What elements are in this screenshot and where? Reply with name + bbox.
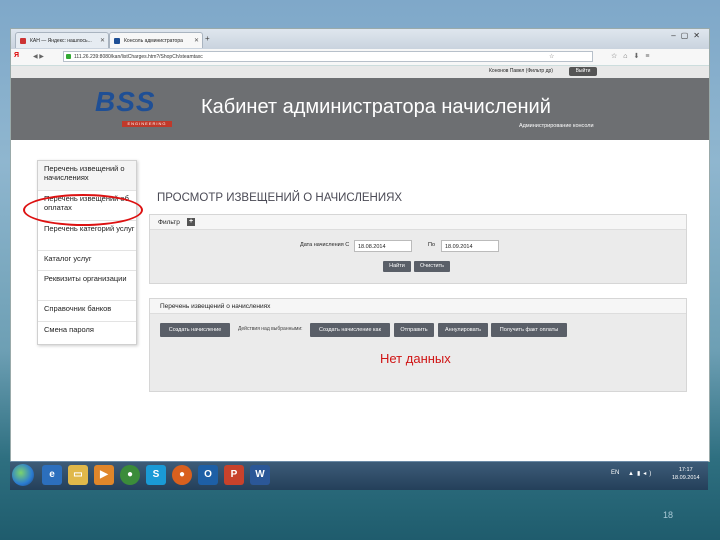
sidebar-menu: Перечень извещений о начислениях Перечен… [37, 160, 137, 345]
clock-time: 17:17 [678, 467, 693, 473]
tab-bar: КАН — Яндекс: нашлось... ✕ Консоль админ… [11, 29, 709, 49]
list-header: Перечень извещений о начислениях [150, 299, 686, 314]
page-content: Кононов Павел (Фильтр др) Выйти BSS ENGI… [11, 66, 709, 461]
taskbar: e ▭ ▶ ● S ● O P W EN ▲▮◂) 17:17 18.09.20… [10, 461, 708, 490]
window-controls[interactable]: –▢✕ [671, 31, 705, 40]
section-title: ПРОСМОТР ИЗВЕЩЕНИЙ О НАЧИСЛЕНИЯХ [157, 192, 403, 204]
yandex-favicon-icon [20, 38, 26, 44]
sidebar-item-password[interactable]: Смена пароля [38, 322, 136, 344]
close-tab-icon[interactable]: ✕ [194, 33, 199, 48]
back-arrow-icon[interactable]: ◀ ▶ [33, 53, 44, 60]
tray-icons[interactable]: ▲▮◂) [628, 470, 654, 477]
clock-date: 18.09.2014 [672, 475, 700, 481]
actions-label: Действия над выбранными: [238, 326, 303, 332]
charges-list-panel: Перечень извещений о начислениях Создать… [149, 298, 687, 392]
language-indicator[interactable]: EN [611, 470, 619, 476]
navigation-bar: Я ◀ ▶ 111.26.239:8080/kan/listCharges.ht… [11, 49, 709, 66]
address-bar[interactable]: 111.26.239:8080/kan/listCharges.htm?/Sho… [63, 51, 593, 62]
chrome-icon[interactable]: ● [120, 465, 140, 485]
internet-explorer-icon[interactable]: e [42, 465, 62, 485]
send-button[interactable]: Отправить [394, 323, 434, 337]
sidebar-item-charges[interactable]: Перечень извещений о начислениях [38, 161, 136, 191]
date-from-label: Дата начисления С [300, 242, 350, 248]
bookmark-star-icon[interactable]: ☆ [549, 53, 554, 60]
clear-button[interactable]: Очистить [414, 261, 450, 272]
date-from-field[interactable]: 18.08.2014 [354, 240, 412, 252]
site-icon [66, 54, 71, 59]
create-charge-as-button[interactable]: Создать начисление как [310, 323, 390, 337]
tab-yandex[interactable]: КАН — Яндекс: нашлось... ✕ [15, 32, 109, 48]
browser-window: КАН — Яндекс: нашлось... ✕ Консоль админ… [10, 28, 710, 462]
annul-button[interactable]: Аннулировать [438, 323, 488, 337]
user-bar: Кононов Павел (Фильтр др) Выйти [11, 66, 709, 78]
find-button[interactable]: Найти [383, 261, 411, 272]
header-subtitle: Администрирование консоли [519, 123, 594, 129]
bss-favicon-icon [114, 38, 120, 44]
date-to-field[interactable]: 18.09.2014 [441, 240, 499, 252]
explorer-folder-icon[interactable]: ▭ [68, 465, 88, 485]
get-payment-fact-button[interactable]: Получить факт оплаты [491, 323, 567, 337]
page-title: Кабинет администратора начислений [201, 96, 551, 118]
list-label: Перечень извещений о начислениях [160, 303, 271, 310]
page-header: BSS ENGINEERING Кабинет администратора н… [11, 78, 709, 140]
highlight-ellipse [23, 194, 143, 226]
close-tab-icon[interactable]: ✕ [100, 33, 105, 48]
current-user: Кононов Павел (Фильтр др) [489, 68, 553, 74]
engineering-label: ENGINEERING [122, 121, 172, 127]
expand-plus-icon[interactable]: + [187, 218, 195, 226]
empty-state-message: Нет данных [380, 351, 451, 366]
sidebar-item-banks[interactable]: Справочник банков [38, 301, 136, 322]
clock[interactable]: 17:17 18.09.2014 [672, 466, 700, 482]
yandex-logo[interactable]: Я [14, 52, 19, 59]
date-to-label: По [428, 242, 436, 248]
word-icon[interactable]: W [250, 465, 270, 485]
start-button-icon[interactable] [12, 464, 34, 486]
tab-admin-console[interactable]: Консоль администратора ✕ [109, 32, 203, 48]
skype-icon[interactable]: S [146, 465, 166, 485]
media-player-icon[interactable]: ▶ [94, 465, 114, 485]
sidebar-item-catalog[interactable]: Каталог услуг [38, 251, 136, 271]
filter-header: Фильтр + [150, 215, 686, 230]
slide-number: 18 [663, 510, 674, 520]
tab-label: Консоль администратора [124, 38, 183, 44]
create-charge-button[interactable]: Создать начисление [160, 323, 230, 337]
new-tab-icon[interactable]: + [205, 34, 210, 43]
toolbar-icons[interactable]: ☆⌂⬇≡ [611, 52, 655, 60]
logout-button[interactable]: Выйти [569, 67, 597, 76]
outlook-icon[interactable]: O [198, 465, 218, 485]
bss-logo: BSS [95, 86, 156, 117]
firefox-icon[interactable]: ● [172, 465, 192, 485]
filter-panel: Фильтр + Дата начисления С 18.08.2014 По… [149, 214, 687, 284]
filter-label: Фильтр [158, 219, 180, 226]
powerpoint-icon[interactable]: P [224, 465, 244, 485]
sidebar-item-requisites[interactable]: Реквизиты организации [38, 271, 136, 301]
tab-label: КАН — Яндекс: нашлось... [30, 38, 92, 44]
